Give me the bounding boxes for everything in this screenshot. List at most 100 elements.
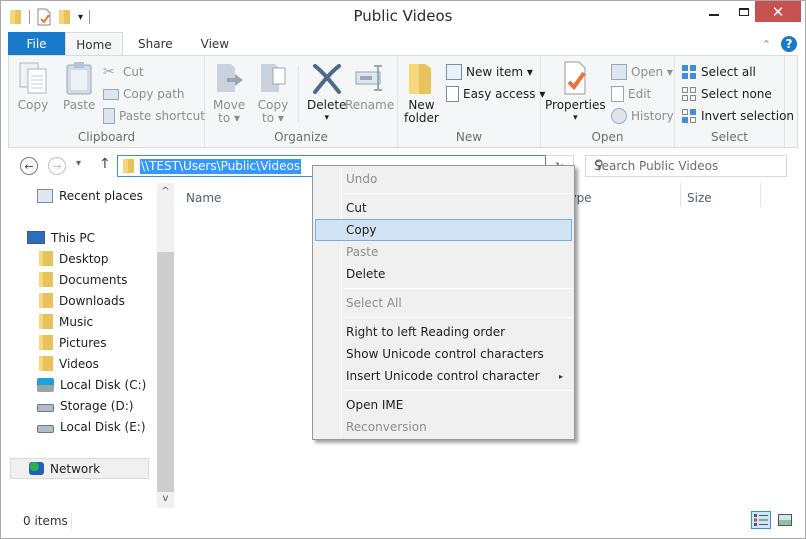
close-button[interactable]: ✕ <box>755 1 801 22</box>
paste-shortcut-icon <box>103 108 115 124</box>
open-icon <box>611 64 627 80</box>
select-all-icon <box>682 65 696 79</box>
tab-share[interactable]: Share <box>123 32 187 56</box>
system-drive-icon <box>37 377 54 392</box>
copy-icon <box>19 62 47 94</box>
select-none-icon <box>682 87 696 101</box>
column-header-name[interactable]: Name <box>186 191 221 205</box>
delete-button[interactable]: Delete ▾ <box>307 60 346 125</box>
tab-view[interactable]: View <box>187 32 243 56</box>
recent-locations-button[interactable]: ▾ <box>76 158 81 169</box>
context-menu: Undo Cut Copy Paste Delete Select All Ri… <box>312 165 575 440</box>
scrollbar-thumb[interactable] <box>157 252 174 492</box>
invert-selection-button[interactable]: Invert selection <box>681 106 794 126</box>
properties-icon[interactable] <box>36 8 52 26</box>
search-input[interactable]: Search Public Videos ⚲ <box>585 155 787 177</box>
paste-icon <box>66 62 92 95</box>
scroll-down-button[interactable]: v <box>157 493 174 504</box>
history-icon <box>611 108 627 124</box>
music-folder-icon <box>39 314 53 329</box>
menu-item-select-all[interactable]: Select All <box>315 292 572 314</box>
new-item-button[interactable]: New item ▾ <box>446 62 533 82</box>
organize-group-label: Organize <box>274 130 328 144</box>
nav-item-storage-d[interactable]: Storage (D:) <box>37 395 133 416</box>
scroll-up-button[interactable]: ^ <box>157 186 174 197</box>
address-text[interactable]: \\TEST\Users\Public\Videos <box>140 159 302 174</box>
new-folder-icon <box>409 64 432 94</box>
tab-home[interactable]: Home <box>65 32 123 56</box>
menu-item-delete[interactable]: Delete <box>315 263 572 285</box>
nav-item-music[interactable]: Music <box>39 311 93 332</box>
nav-item-local-disk-e[interactable]: Local Disk (E:) <box>37 416 146 437</box>
drive-icon <box>37 424 54 433</box>
nav-item-desktop[interactable]: Desktop <box>39 248 109 269</box>
nav-item-downloads[interactable]: Downloads <box>39 290 125 311</box>
nav-item-documents[interactable]: Documents <box>39 269 127 290</box>
column-header-size[interactable]: Size <box>687 191 712 205</box>
menu-item-cut[interactable]: Cut <box>315 197 572 219</box>
copy-path-icon <box>103 88 119 100</box>
menu-item-undo[interactable]: Undo <box>315 168 572 190</box>
select-none-button[interactable]: Select none <box>681 84 772 104</box>
search-icon[interactable]: ⚲ <box>594 158 778 173</box>
network-icon <box>29 462 44 475</box>
folder-icon[interactable] <box>9 9 23 25</box>
nav-item-local-disk-c[interactable]: Local Disk (C:) <box>37 374 146 395</box>
open-button[interactable]: Open ▾ <box>611 62 673 82</box>
close-icon: ✕ <box>771 2 785 21</box>
nav-item-network[interactable]: Network <box>10 458 149 479</box>
nav-item-videos[interactable]: Videos <box>39 353 99 374</box>
column-separator[interactable] <box>680 183 681 207</box>
menu-item-insert-unicode-control[interactable]: Insert Unicode control character ▸ <box>315 365 572 387</box>
quick-access-toolbar: ▾ <box>9 8 91 26</box>
large-icons-view-button[interactable] <box>775 511 795 529</box>
back-button[interactable]: ← <box>20 157 38 175</box>
ribbon-tabs: File Home Share View <box>8 32 243 56</box>
navigation-pane: Recent places This PC Desktop Documents … <box>9 183 174 508</box>
forward-button[interactable]: → <box>48 157 66 175</box>
column-separator[interactable] <box>760 183 761 207</box>
up-button[interactable]: ↑ <box>99 156 111 172</box>
details-view-button[interactable] <box>751 511 771 529</box>
rename-button[interactable]: Rename <box>345 60 394 112</box>
new-group-label: New <box>455 130 483 144</box>
minimize-ribbon-icon[interactable]: ⌃ <box>762 38 771 51</box>
menu-item-reconversion[interactable]: Reconversion <box>315 416 572 438</box>
menu-item-show-unicode-control[interactable]: Show Unicode control characters <box>315 343 572 365</box>
large-icons-view-icon <box>778 514 792 526</box>
easy-access-button[interactable]: Easy access ▾ <box>446 84 545 104</box>
new-group: New folder New item ▾ Easy access ▾ New <box>398 56 545 147</box>
separator <box>71 513 72 529</box>
copy-to-button[interactable]: Copy to ▾ <box>257 60 289 125</box>
nav-pane-scrollbar[interactable]: ^ v <box>157 183 174 508</box>
menu-item-copy[interactable]: Copy <box>315 219 572 241</box>
new-folder-button[interactable]: New folder <box>404 60 439 125</box>
invert-selection-icon <box>682 109 696 123</box>
properties-button[interactable]: Properties ▾ <box>545 60 606 125</box>
copy-button[interactable]: Copy <box>17 60 49 112</box>
paste-shortcut-button[interactable]: Paste shortcut <box>103 106 205 126</box>
nav-item-pictures[interactable]: Pictures <box>39 332 107 353</box>
new-folder-icon[interactable] <box>58 9 72 25</box>
new-item-icon <box>446 64 462 80</box>
menu-item-rtl-reading-order[interactable]: Right to left Reading order <box>315 321 572 343</box>
cut-button[interactable]: ✂ Cut <box>103 62 144 82</box>
select-all-button[interactable]: Select all <box>681 62 756 82</box>
nav-item-recent-places[interactable]: Recent places <box>37 185 143 206</box>
separator <box>298 66 299 122</box>
copy-path-button[interactable]: Copy path <box>103 84 185 104</box>
nav-item-this-pc[interactable]: This PC <box>27 227 95 248</box>
help-icon[interactable]: ? <box>781 36 797 52</box>
minimize-button[interactable] <box>699 1 729 22</box>
move-to-button[interactable]: Move to ▾ <box>213 60 245 125</box>
customize-qat-icon[interactable]: ▾ <box>78 12 83 23</box>
folder-icon <box>123 159 134 173</box>
paste-button[interactable]: Paste <box>63 60 95 112</box>
history-button[interactable]: History <box>611 106 674 126</box>
downloads-folder-icon <box>39 293 53 308</box>
menu-item-paste[interactable]: Paste <box>315 241 572 263</box>
menu-item-open-ime[interactable]: Open IME <box>315 394 572 416</box>
move-to-icon <box>217 64 244 92</box>
edit-button[interactable]: Edit <box>611 84 651 104</box>
tab-file[interactable]: File <box>8 32 65 56</box>
